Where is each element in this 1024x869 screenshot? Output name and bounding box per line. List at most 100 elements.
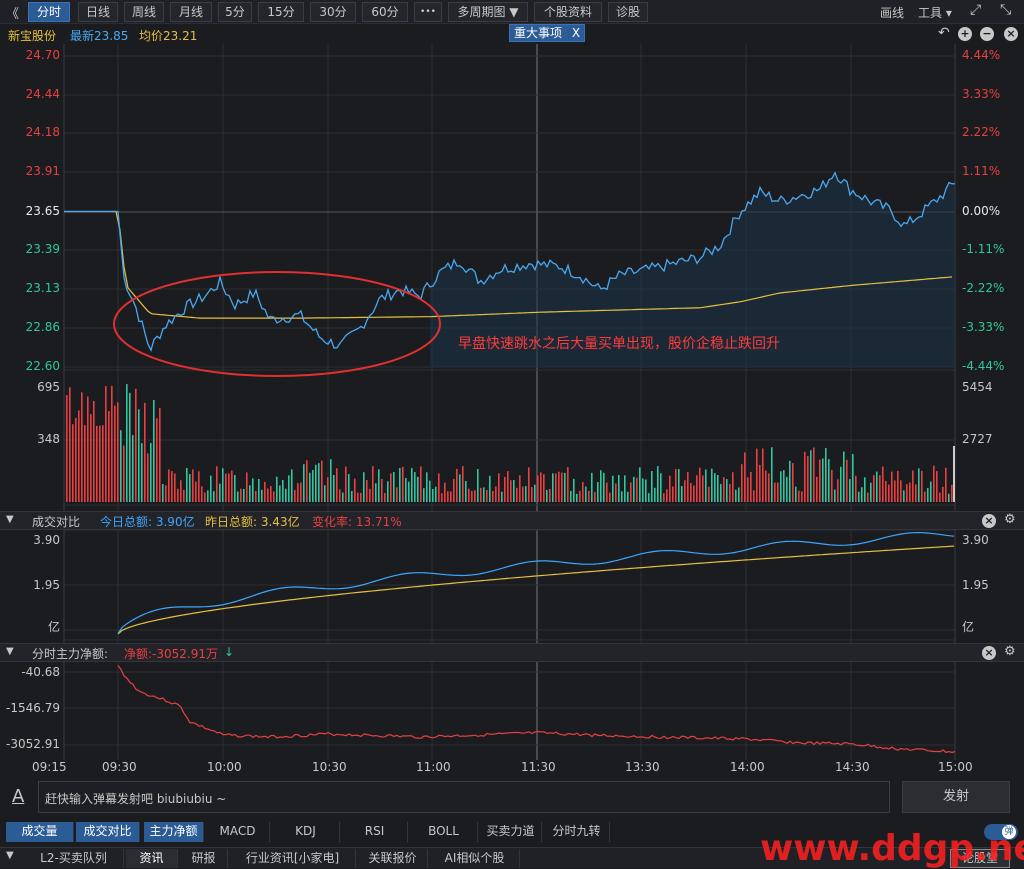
volume-bar bbox=[642, 478, 644, 502]
volume-bar bbox=[558, 471, 560, 502]
volume-bar bbox=[660, 473, 662, 502]
volume-bar bbox=[399, 468, 401, 502]
volume-bar bbox=[324, 485, 326, 502]
volume-bar bbox=[918, 468, 920, 502]
volume-bar bbox=[480, 487, 482, 502]
p1-axis-right-mid: 1.95 bbox=[962, 578, 989, 592]
annotation-text: 早盘快速跳水之后大量买单出现，股价企稳止跌回升 bbox=[458, 336, 780, 352]
volume-bar bbox=[267, 488, 269, 502]
time-tick: 11:30 bbox=[521, 760, 556, 774]
close-icon[interactable]: × bbox=[982, 646, 996, 660]
bottom-tab[interactable]: AI相似个股 bbox=[430, 849, 520, 868]
volume-bar bbox=[654, 487, 656, 502]
indicator-tab[interactable]: RSI bbox=[342, 822, 408, 842]
volume-bar bbox=[894, 480, 896, 502]
volume-bar bbox=[441, 493, 443, 502]
volume-bar bbox=[123, 445, 125, 502]
volume-bar bbox=[414, 472, 416, 502]
volume-bar bbox=[159, 408, 161, 502]
price-tick: 24.70 bbox=[25, 48, 60, 62]
settings-icon[interactable]: ⚙ bbox=[1004, 644, 1016, 659]
danmu-input[interactable]: 赶快输入弹幕发射吧 biubiubiu ~ bbox=[38, 781, 890, 813]
volume-bar bbox=[678, 469, 680, 502]
volume-bar bbox=[93, 401, 95, 502]
volume-bar bbox=[684, 480, 686, 502]
volume-bar bbox=[192, 469, 194, 502]
collapse-toggle-icon[interactable]: ▼ bbox=[6, 646, 14, 657]
indicator-tab[interactable]: 分时九转 bbox=[544, 822, 610, 842]
volume-bar bbox=[837, 479, 839, 502]
volume-bar bbox=[507, 471, 509, 502]
volume-bar bbox=[633, 476, 635, 502]
p1-axis-unit: 亿 bbox=[47, 620, 60, 634]
volume-bar bbox=[108, 411, 110, 502]
bottom-tab[interactable]: L2-买卖队列 bbox=[24, 849, 124, 868]
volume-bar bbox=[183, 490, 185, 502]
price-tick: 23.91 bbox=[25, 164, 60, 178]
pct-tick: -1.11% bbox=[962, 242, 1005, 256]
volume-bar bbox=[117, 402, 119, 502]
volume-bar bbox=[390, 473, 392, 502]
indicator-tab[interactable]: MACD bbox=[206, 822, 270, 842]
volume-bar bbox=[258, 479, 260, 502]
volume-bar bbox=[447, 491, 449, 502]
volume-bar bbox=[348, 474, 350, 502]
indicator-tab[interactable]: BOLL bbox=[410, 822, 478, 842]
indicator-tab[interactable]: 成交量 bbox=[6, 822, 74, 842]
volume-bar bbox=[696, 475, 698, 502]
volume-bar bbox=[864, 477, 866, 502]
text-format-icon[interactable]: A bbox=[12, 786, 24, 807]
p1-axis-mid: 1.95 bbox=[33, 578, 60, 592]
volume-bar bbox=[354, 478, 356, 502]
indicator-tab[interactable]: 买卖力道 bbox=[480, 822, 542, 842]
volume-bar bbox=[801, 491, 803, 502]
volume-bar bbox=[444, 482, 446, 502]
bottom-tab[interactable]: 资讯 bbox=[126, 849, 178, 868]
collapse-toggle-icon[interactable]: ▼ bbox=[6, 514, 14, 525]
volume-bar bbox=[240, 488, 242, 502]
volume-bar bbox=[747, 477, 749, 502]
volume-bar bbox=[306, 460, 308, 502]
volume-bar bbox=[387, 481, 389, 502]
volume-bar bbox=[378, 469, 380, 502]
volume-bar bbox=[906, 484, 908, 502]
volume-bar bbox=[96, 425, 98, 502]
volume-bar bbox=[204, 492, 206, 502]
volume-bar bbox=[753, 490, 755, 502]
volume-bar bbox=[222, 468, 224, 502]
chevron-down-icon[interactable]: ▼ bbox=[6, 850, 14, 861]
volume-bar bbox=[156, 418, 158, 502]
volume-bar bbox=[594, 492, 596, 502]
volume-bar bbox=[639, 467, 641, 502]
indicator-tab[interactable]: 成交对比 bbox=[76, 822, 140, 842]
volume-bar bbox=[552, 473, 554, 502]
volume-bar bbox=[282, 480, 284, 502]
settings-icon[interactable]: ⚙ bbox=[1004, 512, 1016, 527]
volume-bar bbox=[687, 472, 689, 502]
volume-bar bbox=[78, 410, 80, 502]
volume-bar bbox=[636, 477, 638, 502]
volume-bar bbox=[87, 396, 89, 502]
volume-bar bbox=[708, 486, 710, 502]
bottom-tab[interactable]: 研报 bbox=[180, 849, 228, 868]
p2-axis-top: -40.68 bbox=[21, 665, 60, 679]
volume-bar bbox=[69, 387, 71, 502]
yesterday-total: 昨日总额: 3.43亿 bbox=[205, 515, 300, 529]
send-button[interactable]: 发射 bbox=[902, 781, 1010, 813]
volume-bar bbox=[723, 477, 725, 502]
indicator-tab[interactable]: 主力净额 bbox=[144, 822, 204, 842]
volume-bar bbox=[543, 474, 545, 502]
volume-bar bbox=[807, 456, 809, 502]
chart-canvas bbox=[63, 44, 956, 760]
p1-axis-right-unit: 亿 bbox=[962, 620, 975, 634]
indicator-tab[interactable]: KDJ bbox=[272, 822, 340, 842]
volume-bar bbox=[369, 488, 371, 502]
bottom-tab[interactable]: 关联报价 bbox=[358, 849, 428, 868]
close-icon[interactable]: × bbox=[982, 514, 996, 528]
volume-bar bbox=[171, 471, 173, 502]
volume-bar bbox=[621, 491, 623, 502]
volume-bar bbox=[231, 470, 233, 502]
bottom-tab[interactable]: 行业资讯[小家电] bbox=[230, 849, 356, 868]
volume-bar bbox=[426, 472, 428, 502]
volume-bar bbox=[783, 470, 785, 502]
